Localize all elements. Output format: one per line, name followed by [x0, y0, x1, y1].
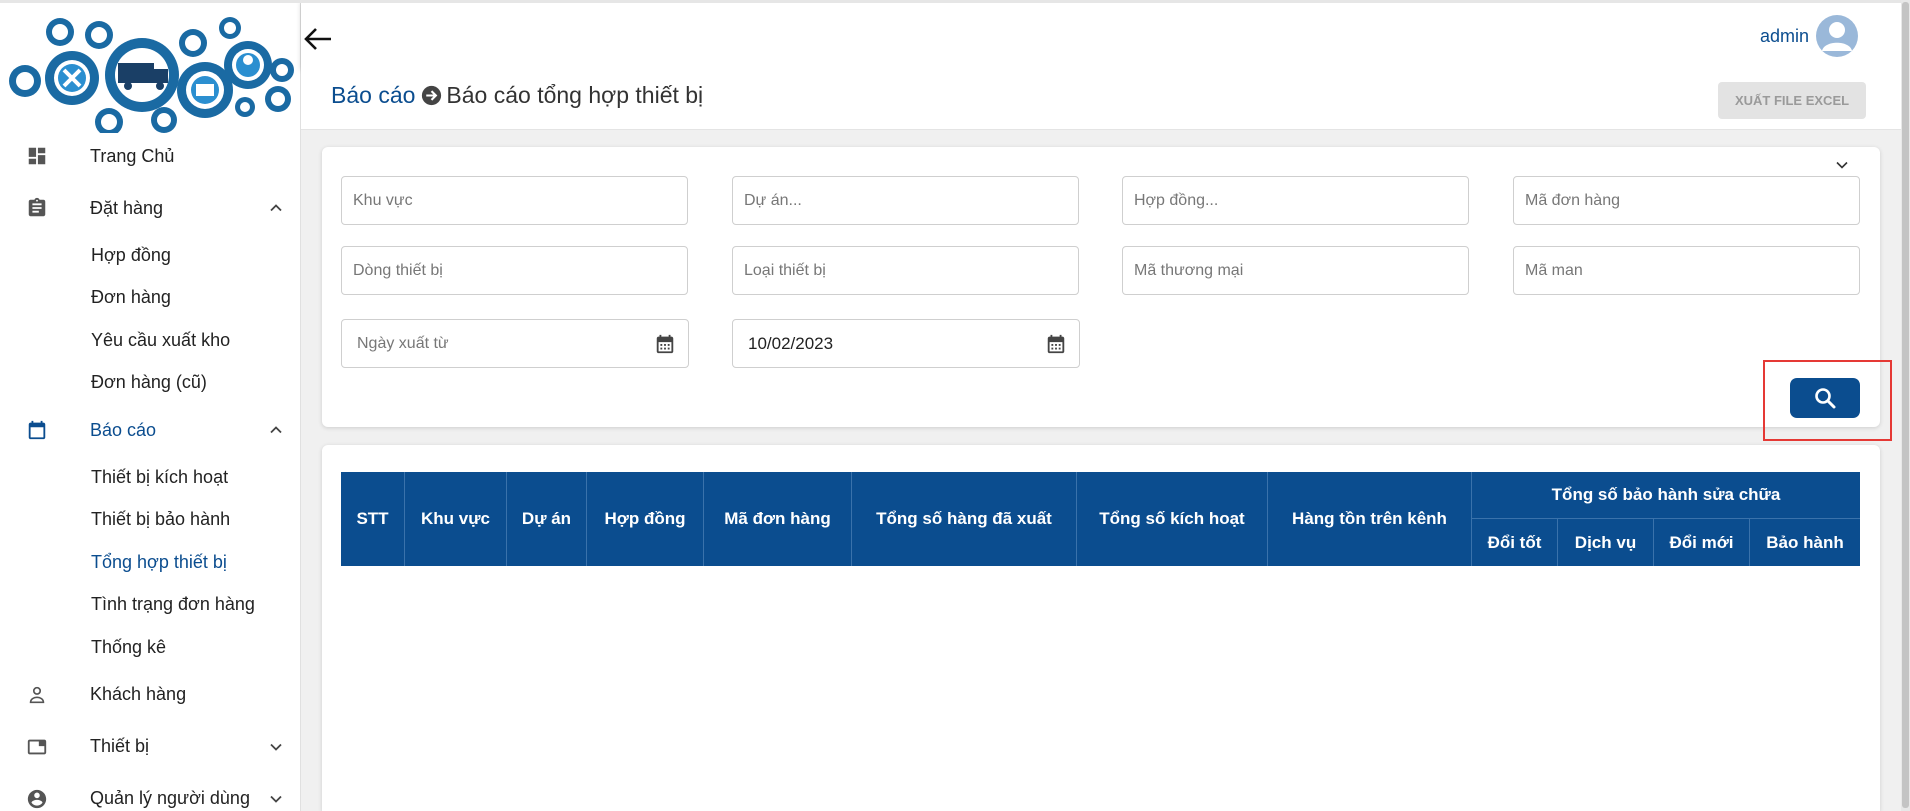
user-menu[interactable]: admin	[1760, 14, 1859, 58]
clipboard-icon	[28, 197, 46, 217]
sidebar-item-label: Trang Chủ	[90, 145, 175, 166]
chevron-up-icon	[270, 204, 282, 212]
sidebar-item-label: Khách hàng	[90, 684, 187, 704]
column-group-tong-so-bao-hanh: Tổng số bảo hành sửa chữa	[1472, 472, 1860, 519]
window-icon	[27, 739, 47, 754]
sidebar-item-quan-ly-nguoi-dung[interactable]: Quản lý người dùng	[0, 773, 300, 811]
table-header: STT Khu vực Dự án Hợp đồng Mã đơn hàng T…	[341, 472, 1860, 566]
sidebar-nav: Trang Chủ Đặt hàng Hợp đồng Đơn hàng Yêu…	[0, 130, 300, 811]
filter-panel: Khu vực Dự án... Hợp đồng... Mã đơn hàng…	[322, 147, 1880, 427]
sidebar-subitem-yeu-cau-xuat-kho[interactable]: Yêu cầu xuất kho	[0, 319, 300, 362]
du-an-select[interactable]: Dự án...	[732, 176, 1079, 225]
page-scrollbar[interactable]	[1901, 0, 1910, 811]
topbar: admin	[0, 0, 1910, 68]
page-header: Báo cáo Báo cáo tổng hợp thiết bị XUẤT F…	[301, 68, 1901, 130]
sidebar-item-khach-hang[interactable]: Khách hàng	[0, 669, 300, 721]
chevron-down-icon	[270, 795, 282, 803]
ngay-xuat-tu-field[interactable]: Ngày xuất từ	[341, 319, 689, 368]
column-header-doi-tot[interactable]: Đổi tốt	[1472, 519, 1558, 566]
sidebar-subitem-thiet-bi-bao-hanh[interactable]: Thiết bị bảo hành	[0, 499, 300, 542]
column-header-du-an[interactable]: Dự án	[507, 472, 587, 566]
page-title: Báo cáo tổng hợp thiết bị	[446, 82, 704, 108]
column-header-ma-don-hang[interactable]: Mã đơn hàng	[704, 472, 852, 566]
scrollbar-thumb[interactable]	[1902, 2, 1909, 808]
sidebar-item-label: Đặt hàng	[90, 197, 164, 218]
ngay-xuat-tu-placeholder: Ngày xuất từ	[357, 334, 449, 352]
chevron-down-icon[interactable]	[1834, 157, 1850, 173]
calendar-icon[interactable]	[1045, 333, 1067, 355]
ma-thuong-mai-field[interactable]: Mã thương mại	[1122, 246, 1469, 295]
ma-don-hang-field[interactable]: Mã đơn hàng	[1513, 176, 1860, 225]
sidebar: Trang Chủ Đặt hàng Hợp đồng Đơn hàng Yêu…	[0, 0, 301, 811]
calendar-icon	[28, 420, 46, 440]
khu-vuc-field[interactable]: Khu vực	[341, 176, 688, 225]
sidebar-subitem-hop-dong[interactable]: Hợp đồng	[0, 234, 300, 277]
breadcrumb-parent[interactable]: Báo cáo	[331, 82, 415, 109]
sidebar-item-label: Báo cáo	[90, 419, 157, 440]
sidebar-item-label: Quản lý người dùng	[90, 788, 250, 808]
user-name: admin	[1759, 25, 1809, 46]
sidebar-subitem-don-hang[interactable]: Đơn hàng	[0, 277, 300, 320]
dashboard-icon	[28, 147, 46, 165]
column-header-bao-hanh[interactable]: Bảo hành	[1750, 519, 1860, 566]
breadcrumb: Báo cáo Báo cáo tổng hợp thiết bị	[331, 82, 703, 109]
sidebar-item-trang-chu[interactable]: Trang Chủ	[0, 130, 300, 182]
sidebar-item-dat-hang[interactable]: Đặt hàng	[0, 182, 300, 234]
sidebar-subitem-don-hang-cu[interactable]: Đơn hàng (cũ)	[0, 362, 300, 405]
ngay-xuat-den-field[interactable]: 10/02/2023	[732, 319, 1080, 368]
column-header-stt[interactable]: STT	[341, 472, 405, 566]
column-header-khu-vuc[interactable]: Khu vực	[405, 472, 507, 566]
loai-thiet-bi-field[interactable]: Loại thiết bị	[732, 246, 1079, 295]
sidebar-item-label: Thiết bị	[90, 736, 150, 756]
report-table-card: STT Khu vực Dự án Hợp đồng Mã đơn hàng T…	[322, 445, 1880, 811]
back-arrow-icon[interactable]	[301, 22, 335, 56]
column-header-tong-so-kich-hoat[interactable]: Tổng số kích hoạt	[1077, 472, 1268, 566]
sidebar-subitem-tong-hop-thiet-bi[interactable]: Tổng hợp thiết bị	[0, 541, 300, 584]
person-icon	[29, 686, 45, 703]
dong-thiet-bi-field[interactable]: Dòng thiết bị	[341, 246, 688, 295]
column-header-hop-dong[interactable]: Hợp đồng	[587, 472, 704, 566]
arrow-circle-right-icon	[422, 85, 442, 106]
chevron-down-icon	[270, 743, 282, 751]
ngay-xuat-den-value: 10/02/2023	[748, 333, 834, 353]
chevron-up-icon	[270, 426, 282, 434]
sidebar-item-thiet-bi[interactable]: Thiết bị	[0, 721, 300, 773]
sidebar-subitem-tinh-trang-don-hang[interactable]: Tình trạng đơn hàng	[0, 584, 300, 627]
hop-dong-select[interactable]: Hợp đồng...	[1122, 176, 1469, 225]
sidebar-subitem-thong-ke[interactable]: Thống kê	[0, 626, 300, 669]
calendar-icon[interactable]	[654, 333, 676, 355]
column-header-doi-moi[interactable]: Đổi mới	[1654, 519, 1750, 566]
column-header-dich-vu[interactable]: Dịch vụ	[1558, 519, 1654, 566]
avatar	[1816, 15, 1858, 57]
ma-man-field[interactable]: Mã man	[1513, 246, 1860, 295]
column-header-tong-so-hang-da-xuat[interactable]: Tổng số hàng đã xuất	[852, 472, 1077, 566]
export-excel-button[interactable]: XUẤT FILE EXCEL	[1718, 82, 1866, 119]
highlight-box	[1763, 360, 1892, 441]
column-header-hang-ton-tren-kenh[interactable]: Hàng tồn trên kênh	[1268, 472, 1472, 566]
sidebar-subitem-thiet-bi-kich-hoat[interactable]: Thiết bị kích hoạt	[0, 456, 300, 499]
company-gears-logo	[9, 17, 294, 133]
account-circle-icon	[27, 789, 47, 808]
sidebar-item-bao-cao[interactable]: Báo cáo	[0, 404, 300, 456]
